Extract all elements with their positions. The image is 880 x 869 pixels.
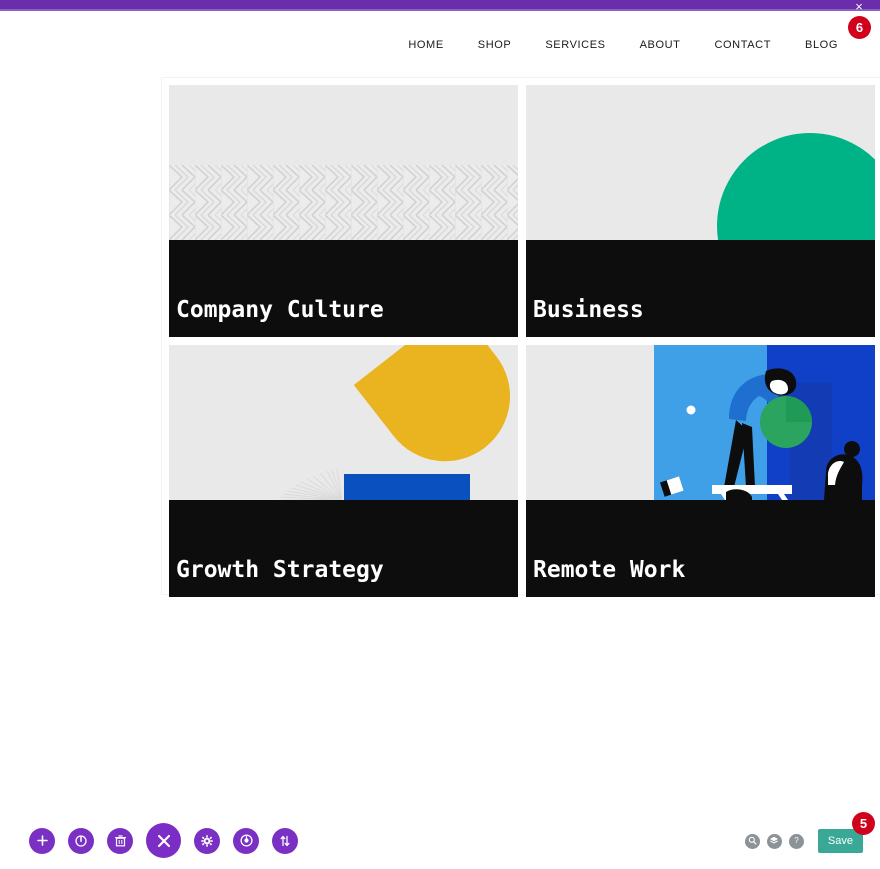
reorder-button[interactable] bbox=[272, 827, 298, 854]
nav-item-shop[interactable]: SHOP bbox=[478, 39, 512, 51]
help-button[interactable]: ? bbox=[788, 832, 804, 850]
plus-icon bbox=[36, 835, 48, 846]
blue-bar-graphic bbox=[344, 474, 470, 500]
card-business[interactable]: Business bbox=[526, 85, 875, 337]
card-grid: Company Culture Business Growth Strategy… bbox=[169, 85, 880, 597]
main-navigation: HOME SHOP SERVICES ABOUT CONTACT BLOG bbox=[408, 39, 838, 51]
fan-lines-graphic bbox=[277, 469, 342, 500]
card-media-growth-strategy bbox=[169, 345, 518, 500]
card-media-company-culture bbox=[169, 85, 518, 240]
yellow-halfmoon-graphic bbox=[353, 345, 518, 488]
save-notification-badge[interactable]: 5 bbox=[852, 812, 875, 835]
card-remote-work[interactable]: Remote Work bbox=[526, 345, 875, 597]
delete-button[interactable] bbox=[107, 827, 133, 854]
nav-item-home[interactable]: HOME bbox=[408, 39, 443, 51]
card-band-growth-strategy: Growth Strategy bbox=[169, 500, 518, 597]
card-title: Company Culture bbox=[176, 297, 384, 323]
search-button[interactable] bbox=[744, 832, 760, 850]
people-illustration-graphic bbox=[526, 345, 875, 500]
card-media-remote-work bbox=[526, 345, 875, 500]
nav-item-services[interactable]: SERVICES bbox=[545, 39, 605, 51]
card-title: Remote Work bbox=[533, 557, 686, 583]
nav-item-contact[interactable]: CONTACT bbox=[714, 39, 771, 51]
gear-icon bbox=[201, 834, 213, 847]
card-growth-strategy[interactable]: Growth Strategy bbox=[169, 345, 518, 597]
history-button[interactable] bbox=[233, 827, 259, 854]
card-title: Business bbox=[533, 297, 644, 323]
power-icon bbox=[75, 834, 87, 847]
admin-top-bar: × bbox=[0, 0, 880, 14]
bottom-toolbar: ? Save 5 bbox=[0, 812, 880, 869]
save-button-wrapper: Save 5 bbox=[817, 812, 875, 853]
card-media-business bbox=[526, 85, 875, 240]
question-icon: ? bbox=[792, 832, 801, 850]
nav-item-about[interactable]: ABOUT bbox=[640, 39, 681, 51]
power-button[interactable] bbox=[68, 827, 94, 854]
layers-button[interactable] bbox=[766, 832, 782, 850]
site-header: HOME SHOP SERVICES ABOUT CONTACT BLOG bbox=[0, 13, 880, 75]
card-band-remote-work: Remote Work bbox=[526, 500, 875, 597]
toolbar-right-group: ? Save 5 bbox=[744, 812, 875, 853]
svg-text:?: ? bbox=[794, 836, 799, 845]
top-notification-badge[interactable]: 6 bbox=[848, 16, 871, 39]
clock-icon bbox=[239, 834, 253, 847]
card-band-business: Business bbox=[526, 240, 875, 337]
search-icon bbox=[748, 832, 757, 850]
card-company-culture[interactable]: Company Culture bbox=[169, 85, 518, 337]
toolbar-left-group bbox=[29, 823, 298, 858]
nav-item-blog[interactable]: BLOG bbox=[805, 39, 838, 51]
close-editor-button[interactable] bbox=[146, 823, 181, 858]
chevron-pattern-graphic bbox=[169, 165, 518, 240]
green-circle-graphic bbox=[717, 133, 875, 240]
layers-icon bbox=[769, 832, 779, 850]
card-title: Growth Strategy bbox=[176, 557, 384, 583]
add-button[interactable] bbox=[29, 827, 55, 854]
blog-grid-container: Company Culture Business Growth Strategy… bbox=[161, 77, 880, 597]
arrows-updown-icon bbox=[279, 835, 291, 847]
card-band-company-culture: Company Culture bbox=[169, 240, 518, 337]
trash-icon bbox=[114, 834, 126, 847]
close-x-icon bbox=[156, 833, 172, 849]
settings-button[interactable] bbox=[194, 827, 220, 854]
